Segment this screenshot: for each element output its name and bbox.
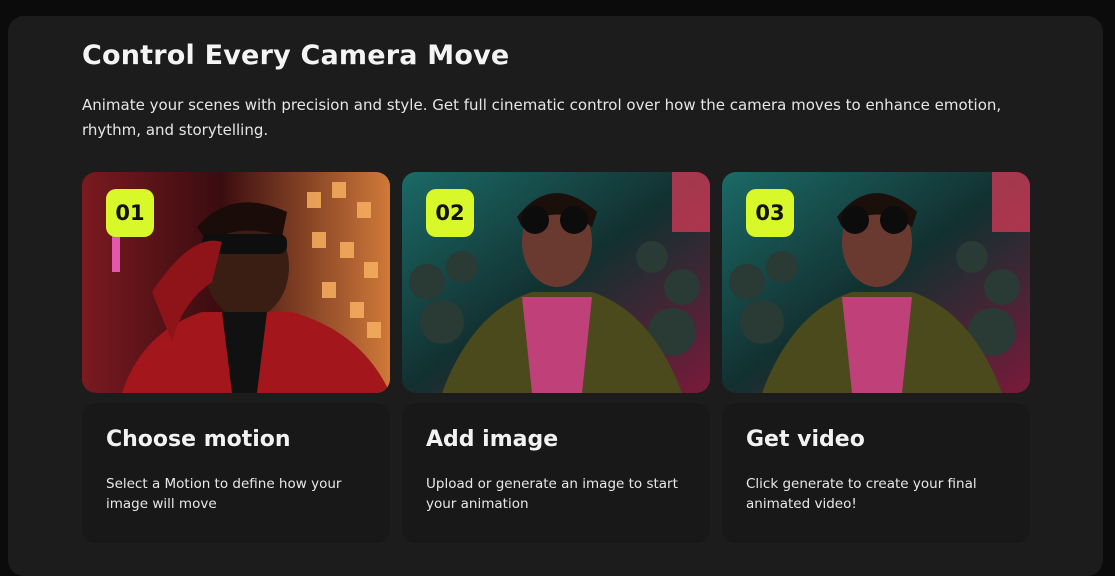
step-image-2: 02 bbox=[402, 172, 710, 393]
step-description: Upload or generate an image to start you… bbox=[426, 476, 678, 512]
feature-section: Control Every Camera Move Animate your s… bbox=[8, 16, 1103, 576]
step-number-badge: 01 bbox=[106, 189, 154, 237]
step-image-3: 03 bbox=[722, 172, 1030, 393]
step-card-2: 02 Add image Upload or generate an image… bbox=[402, 172, 710, 543]
step-description: Click generate to create your final anim… bbox=[746, 476, 977, 512]
step-title: Get video bbox=[746, 427, 865, 452]
step-number-badge: 02 bbox=[426, 189, 474, 237]
step-card-1: 01 Choose motion Select a Motion to defi… bbox=[82, 172, 390, 543]
step-info-3: Get video Click generate to create your … bbox=[722, 403, 1030, 543]
step-number-badge: 03 bbox=[746, 189, 794, 237]
section-title: Control Every Camera Move bbox=[82, 40, 510, 71]
step-info-1: Choose motion Select a Motion to define … bbox=[82, 403, 390, 543]
step-card-3: 03 Get video Click generate to create yo… bbox=[722, 172, 1030, 543]
step-image-1: 01 bbox=[82, 172, 390, 393]
step-info-2: Add image Upload or generate an image to… bbox=[402, 403, 710, 543]
step-description: Select a Motion to define how your image… bbox=[106, 476, 342, 512]
step-title: Choose motion bbox=[106, 427, 291, 452]
step-title: Add image bbox=[426, 427, 559, 452]
section-subtitle: Animate your scenes with precision and s… bbox=[82, 96, 1002, 139]
